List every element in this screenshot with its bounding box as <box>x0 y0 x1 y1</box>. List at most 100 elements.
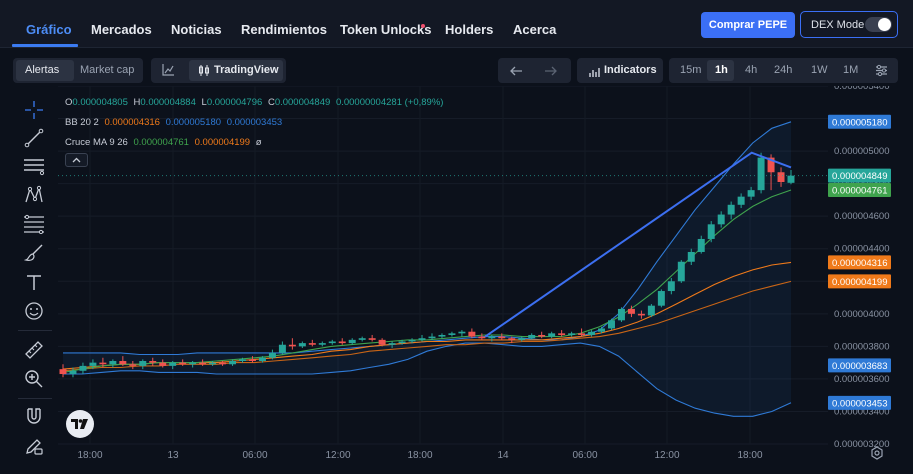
emoji-icon[interactable] <box>22 299 46 323</box>
tab-rendimientos[interactable]: Rendimientos <box>241 22 327 37</box>
timeframe-4h[interactable]: 4h <box>745 64 757 76</box>
ruler-icon[interactable] <box>22 338 46 362</box>
axis-settings-icon[interactable] <box>870 446 884 465</box>
ohlc-legend: O0.000004805 H0.000004884 L0.000004796 C… <box>65 97 446 108</box>
brush-icon[interactable] <box>22 241 46 265</box>
candle-down <box>248 359 256 362</box>
candle-up <box>568 333 576 335</box>
ohlc-low: 0.000004796 <box>206 97 263 108</box>
buy-button[interactable]: Comprar PEPE <box>701 12 795 38</box>
dex-mode-toggle[interactable]: DEX Mode <box>800 11 898 38</box>
time-tick-label: 12:00 <box>654 450 679 461</box>
candle-up <box>697 238 705 252</box>
ma-label: Cruce MA 9 26 <box>65 137 128 148</box>
candle-down <box>99 362 107 365</box>
tab-mercados[interactable]: Mercados <box>91 22 152 37</box>
candle-up <box>348 339 356 344</box>
indicators-group[interactable]: Indicators <box>577 58 663 83</box>
dex-mode-switch[interactable] <box>865 17 892 32</box>
tradingview-button[interactable]: TradingView <box>214 64 279 76</box>
candle-down <box>119 361 127 365</box>
candle-up <box>79 365 87 371</box>
horizontal-lines-icon[interactable] <box>22 154 46 178</box>
timeframe-15m[interactable]: 15m <box>680 64 701 76</box>
candle-up <box>189 362 197 365</box>
candle-down <box>199 362 207 365</box>
candle-up <box>737 196 745 205</box>
indicators-icon <box>589 65 601 83</box>
timeframe-24h[interactable]: 24h <box>774 64 792 76</box>
timeframe-group: 15m 1h 4h 24h 1W 1M <box>669 58 898 83</box>
redo-icon[interactable] <box>544 64 558 82</box>
candle-up <box>687 251 695 262</box>
top-nav: Gráfico Mercados Noticias Rendimientos T… <box>0 0 913 48</box>
indicators-button[interactable]: Indicators <box>604 64 657 76</box>
pattern-icon[interactable] <box>22 183 46 207</box>
crosshair-icon[interactable] <box>22 98 46 122</box>
bb-legend: BB 20 2 0.000004316 0.000005180 0.000003… <box>65 117 285 128</box>
switch-knob <box>878 18 891 31</box>
tab-noticias[interactable]: Noticias <box>171 22 222 37</box>
price-tag-label: 0.000005180 <box>832 117 887 128</box>
candle-up <box>169 362 177 366</box>
zoom-in-icon[interactable] <box>22 367 46 391</box>
candle-down <box>338 341 346 344</box>
market-cap-button[interactable]: Market cap <box>80 64 134 76</box>
candle-up <box>528 334 536 339</box>
candle-up <box>518 338 526 340</box>
candle-down <box>219 362 227 365</box>
price-tag-label: 0.000004849 <box>832 171 887 182</box>
price-tick-label: 0.000004400 <box>834 244 889 255</box>
candle-up <box>548 333 556 337</box>
candle-up <box>757 157 765 191</box>
chart-settings-icon[interactable] <box>875 64 888 82</box>
dex-mode-label: DEX Mode <box>811 19 865 31</box>
collapse-legend-button[interactable] <box>65 153 88 167</box>
timeframe-1h[interactable]: 1h <box>715 64 728 76</box>
trend-line-icon[interactable] <box>22 126 46 150</box>
price-tick-label: 0.000003800 <box>834 341 889 352</box>
candle-down <box>159 362 167 366</box>
tab-acerca[interactable]: Acerca <box>513 22 556 37</box>
candle-up <box>139 361 147 366</box>
magnet-icon[interactable] <box>22 404 46 428</box>
lock-pencil-icon[interactable] <box>22 434 46 458</box>
fib-icon[interactable] <box>22 212 46 236</box>
candle-down <box>288 344 296 347</box>
candle-down <box>378 339 386 345</box>
candle-up <box>239 359 246 362</box>
ma-hidden-icon[interactable]: ø <box>256 137 262 148</box>
ma-slow-value: 0.000004199 <box>194 137 251 148</box>
candle-up <box>717 214 725 225</box>
price-tag-label: 0.000003683 <box>832 361 887 372</box>
tab-holders[interactable]: Holders <box>445 22 493 37</box>
candle-up <box>438 334 446 337</box>
candle-down <box>637 313 645 316</box>
candle-down <box>478 336 486 339</box>
alerts-button[interactable]: Alertas <box>25 64 59 76</box>
app-root: Gráfico Mercados Noticias Rendimientos T… <box>0 0 913 474</box>
line-chart-icon[interactable] <box>161 63 175 82</box>
candle-up <box>617 308 625 321</box>
text-icon[interactable] <box>22 270 46 294</box>
tradingview-logo-icon[interactable] <box>66 410 94 438</box>
timeframe-1w[interactable]: 1W <box>811 64 828 76</box>
timeframe-1m[interactable]: 1M <box>843 64 858 76</box>
candle-down <box>777 172 785 183</box>
tools-divider <box>18 330 52 331</box>
tab-grafico[interactable]: Gráfico <box>26 22 72 37</box>
bb-upper-value: 0.000005180 <box>165 117 222 128</box>
tab-token-unlocks[interactable]: Token Unlocks <box>340 22 432 37</box>
candle-down <box>538 334 546 337</box>
candle-down <box>149 361 157 363</box>
time-tick-label: 14 <box>497 450 509 461</box>
candle-up <box>488 336 496 339</box>
candle-up <box>667 281 675 292</box>
candle-up <box>258 357 266 362</box>
candle-up <box>428 336 436 339</box>
ma-legend: Cruce MA 9 26 0.000004761 0.000004199 ø <box>65 137 265 148</box>
candle-up <box>268 352 276 358</box>
price-tag-label: 0.000003453 <box>832 398 887 409</box>
undo-icon[interactable] <box>509 64 523 82</box>
history-group <box>498 58 571 83</box>
